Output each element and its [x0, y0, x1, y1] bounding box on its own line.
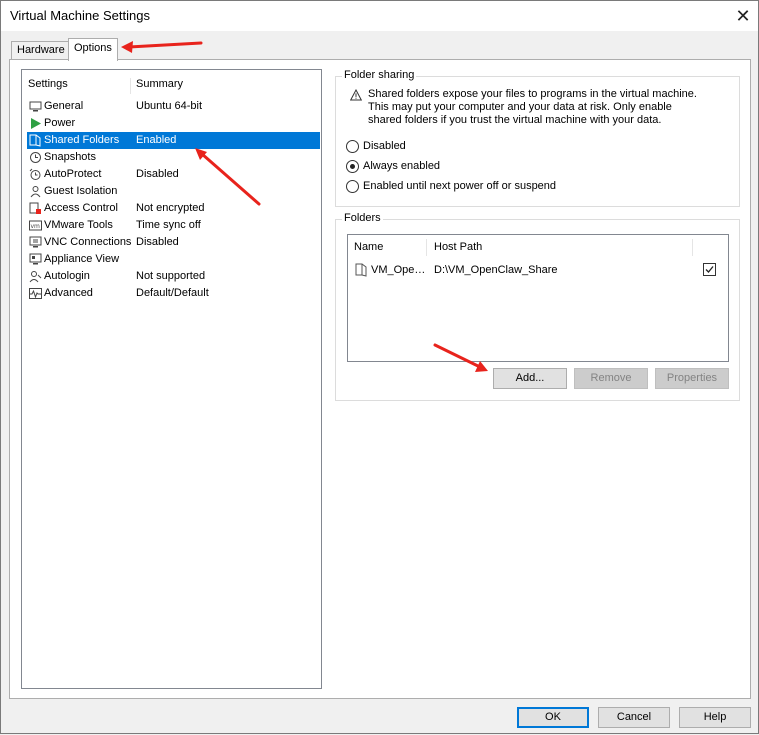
settings-item-label: General	[44, 100, 84, 112]
settings-item-label: Appliance View	[44, 253, 120, 265]
radio-button[interactable]	[346, 160, 359, 173]
shared-folder-icon	[355, 263, 367, 277]
settings-item-summary: Disabled	[136, 168, 179, 180]
settings-item-guest-isolation[interactable]: Guest Isolation	[27, 183, 320, 200]
guest-isolation-icon	[29, 185, 42, 198]
radio-label: Always enabled	[363, 160, 441, 172]
ok-button[interactable]: OK	[517, 707, 589, 728]
autoprotect-icon	[29, 168, 42, 181]
settings-item-advanced[interactable]: Advanced Default/Default	[27, 285, 320, 302]
settings-item-summary: Time sync off	[136, 219, 201, 231]
vm-settings-window: Virtual Machine Settings ✕ Hardware Opti…	[0, 0, 759, 734]
close-icon[interactable]: ✕	[728, 1, 758, 31]
settings-item-label: Power	[44, 117, 76, 129]
column-header-name[interactable]: Name	[354, 241, 383, 253]
folder-host-path: D:\VM_OpenClaw_Share	[434, 264, 558, 276]
settings-item-summary: Ubuntu 64-bit	[136, 100, 203, 112]
column-header-settings[interactable]: Settings	[28, 78, 68, 90]
settings-list: Settings Summary General Ubuntu 64-bit Pow…	[21, 69, 322, 689]
access-control-icon	[29, 202, 42, 215]
settings-item-label: Access Control	[44, 202, 118, 214]
settings-item-autologin[interactable]: Autologin Not supported	[27, 268, 320, 285]
settings-item-label: Snapshots	[44, 151, 96, 163]
tab-options[interactable]: Options	[68, 38, 118, 61]
arrow-to-options-tab	[127, 41, 203, 49]
warning-line: This may put your computer and your data…	[368, 101, 672, 113]
window-title: Virtual Machine Settings	[10, 8, 150, 23]
settings-item-autoprotect[interactable]: AutoProtect Disabled	[27, 166, 320, 183]
folders-title: Folders	[342, 212, 383, 224]
settings-item-label: Autologin	[44, 270, 90, 282]
settings-item-label: Shared Folders	[44, 134, 120, 146]
warning-text: Shared folders expose your files to prog…	[368, 88, 728, 127]
settings-item-summary: Not supported	[136, 270, 206, 282]
general-icon	[29, 100, 42, 113]
folder-sharing-title: Folder sharing	[342, 69, 417, 81]
vmware-tools-icon: vm	[29, 219, 42, 232]
remove-button[interactable]: Remove	[574, 368, 648, 389]
warning-icon	[349, 88, 363, 101]
folder-enabled-checkbox[interactable]	[703, 263, 716, 276]
settings-item-label: VNC Connections	[44, 236, 132, 248]
settings-item-summary: Enabled	[136, 134, 177, 146]
settings-item-vmware-tools[interactable]: vm VMware Tools Time sync off	[27, 217, 320, 234]
power-icon	[29, 117, 42, 130]
folder-sharing-group: Folder sharing Shared folders expose you…	[335, 69, 740, 207]
warning-line: Shared folders expose your files to prog…	[368, 88, 697, 100]
add-button[interactable]: Add...	[493, 368, 567, 389]
settings-item-label: Guest Isolation	[44, 185, 118, 197]
settings-item-summary: Default/Default	[136, 287, 209, 299]
settings-item-snapshots[interactable]: Snapshots	[27, 149, 320, 166]
settings-item-general[interactable]: General Ubuntu 64-bit	[27, 98, 320, 115]
folder-name: VM_Ope…	[371, 264, 426, 276]
column-divider	[426, 239, 427, 256]
cancel-button[interactable]: Cancel	[598, 707, 670, 728]
options-panel: Settings Summary General Ubuntu 64-bit Pow…	[9, 59, 751, 699]
radio-label: Disabled	[363, 140, 406, 152]
settings-list-header: Settings Summary	[22, 76, 321, 94]
settings-item-access-control[interactable]: Access Control Not encrypted	[27, 200, 320, 217]
tab-hardware[interactable]: Hardware	[11, 41, 69, 60]
advanced-icon	[29, 287, 42, 300]
help-button[interactable]: Help	[679, 707, 751, 728]
folders-table: Name Host Path VM_Ope… D:\VM_OpenClaw_Sh…	[347, 234, 729, 362]
folders-group: Folders Name Host Path VM_Ope… D:\VM_Ope…	[335, 212, 740, 401]
autologin-icon	[29, 270, 42, 283]
settings-item-summary: Not encrypted	[136, 202, 205, 214]
settings-item-label: AutoProtect	[44, 168, 102, 180]
settings-item-vnc-connections[interactable]: VNC Connections Disabled	[27, 234, 320, 251]
settings-item-summary: Disabled	[136, 236, 179, 248]
settings-item-power[interactable]: Power	[27, 115, 320, 132]
arrow-head	[121, 41, 133, 53]
radio-button[interactable]	[346, 180, 359, 193]
title-bar: Virtual Machine Settings ✕	[1, 1, 758, 31]
appliance-view-icon	[29, 253, 42, 266]
settings-item-appliance-view[interactable]: Appliance View	[27, 251, 320, 268]
radio-label: Enabled until next power off or suspend	[363, 180, 557, 192]
settings-item-shared-folders[interactable]: Shared Folders Enabled	[27, 132, 320, 149]
svg-text:vm: vm	[31, 223, 41, 230]
table-row[interactable]: VM_Ope… D:\VM_OpenClaw_Share	[348, 261, 728, 279]
column-divider	[692, 239, 693, 256]
warning-line: shared folders if you trust the virtual …	[368, 114, 662, 126]
settings-item-label: Advanced	[44, 287, 93, 299]
radio-button[interactable]	[346, 140, 359, 153]
settings-item-label: VMware Tools	[44, 219, 113, 231]
snapshots-icon	[29, 151, 42, 164]
shared-folders-icon	[29, 134, 42, 147]
column-header-host-path[interactable]: Host Path	[434, 241, 482, 253]
column-divider	[130, 78, 131, 94]
properties-button[interactable]: Properties	[655, 368, 729, 389]
vnc-icon	[29, 236, 42, 249]
column-header-summary[interactable]: Summary	[136, 78, 183, 90]
